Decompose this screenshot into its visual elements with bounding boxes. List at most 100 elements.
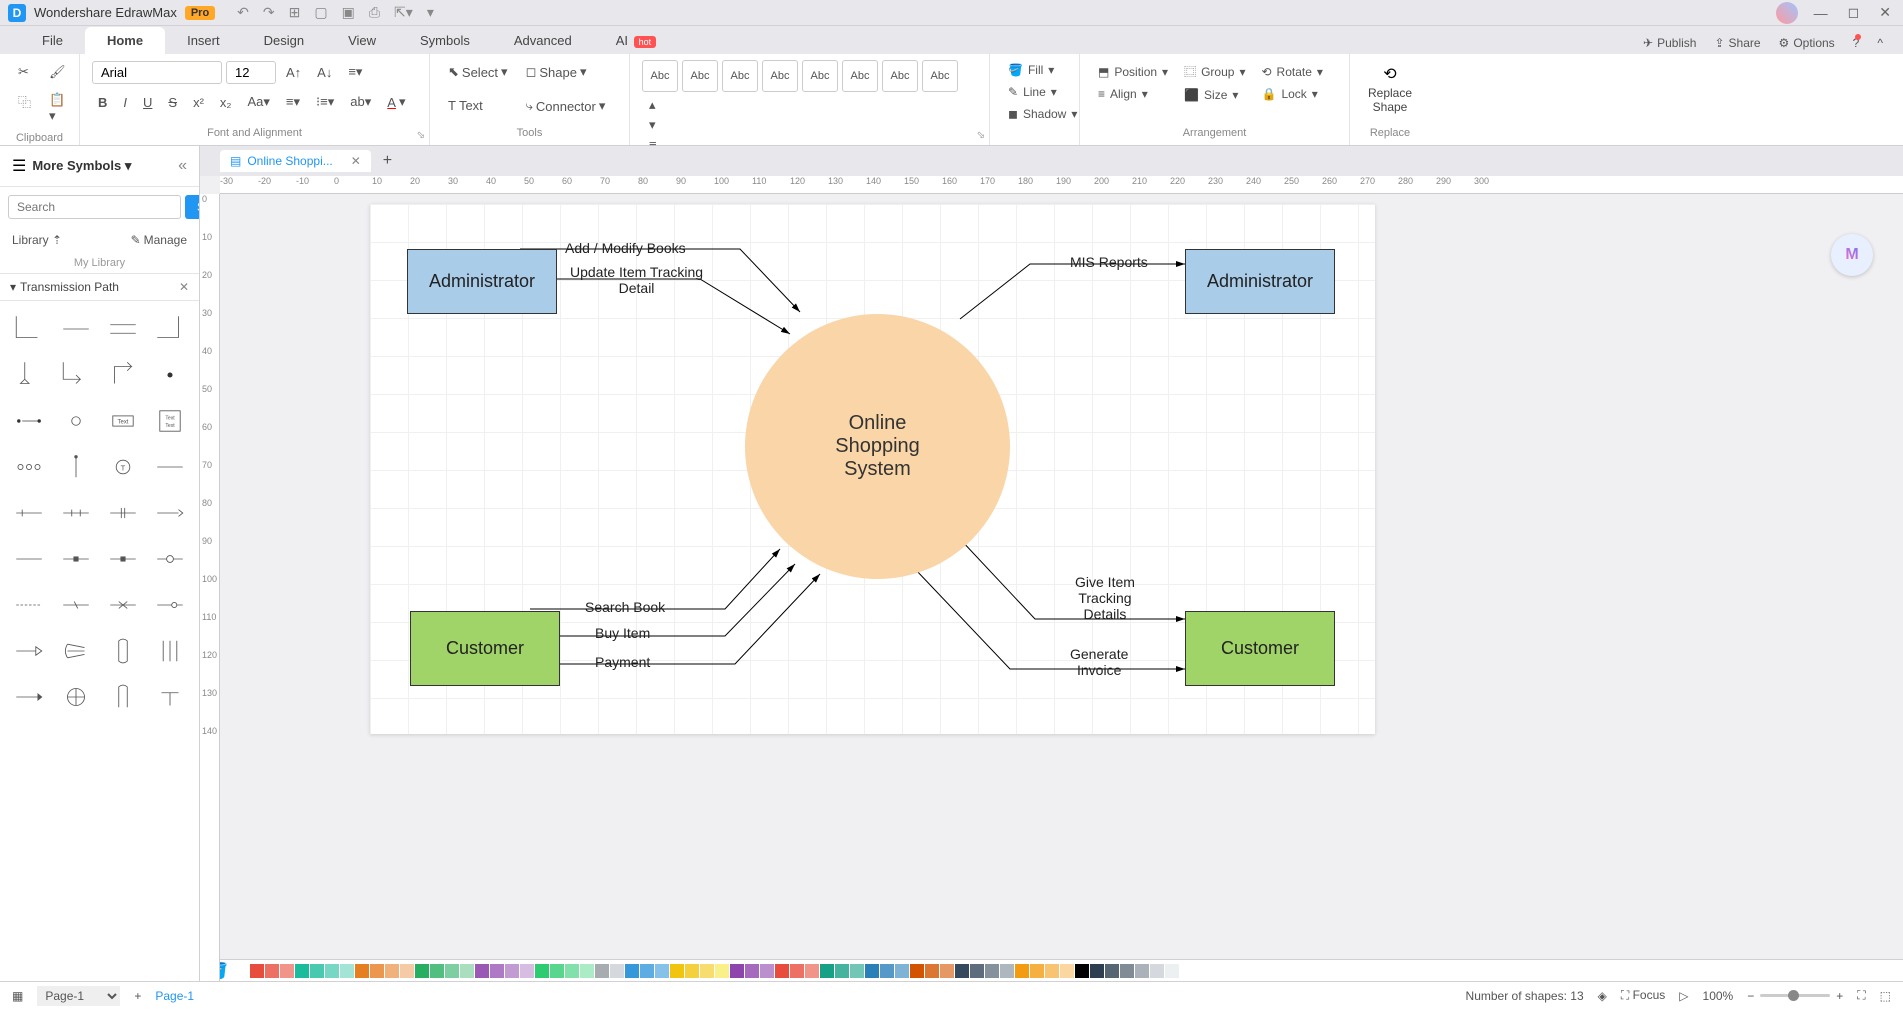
shape-item[interactable] (8, 631, 49, 671)
color-swatch[interactable] (820, 964, 834, 978)
shape-item[interactable] (150, 309, 191, 349)
group-button[interactable]: ⿴ Group ▾ (1178, 60, 1251, 83)
color-swatch[interactable] (895, 964, 909, 978)
tab-add-button[interactable]: + (383, 152, 392, 170)
color-swatch[interactable] (415, 964, 429, 978)
color-swatch[interactable] (445, 964, 459, 978)
style-item[interactable]: Abc (762, 60, 798, 92)
color-swatch[interactable] (280, 964, 294, 978)
menu-symbols[interactable]: Symbols (398, 27, 492, 54)
color-swatch[interactable] (625, 964, 639, 978)
shape-item[interactable] (103, 309, 144, 349)
bullets-button[interactable]: ⁝≡▾ (310, 90, 340, 114)
add-page-button[interactable]: + (134, 989, 141, 1003)
color-swatch[interactable] (850, 964, 864, 978)
color-swatch[interactable] (430, 964, 444, 978)
play-button[interactable]: ▷ (1679, 989, 1688, 1003)
decrease-font-button[interactable]: A↓ (311, 61, 338, 84)
style-item[interactable]: Abc (682, 60, 718, 92)
shape-item[interactable] (55, 309, 96, 349)
shape-item[interactable] (8, 309, 49, 349)
user-avatar[interactable] (1776, 2, 1798, 24)
node-center[interactable]: Online Shopping System (745, 314, 1010, 579)
color-swatch[interactable] (1060, 964, 1074, 978)
color-swatch[interactable] (685, 964, 699, 978)
shape-item[interactable] (103, 355, 144, 395)
node-admin-left[interactable]: Administrator (407, 249, 557, 314)
symbol-search-button[interactable]: Search (185, 195, 200, 219)
print-icon[interactable]: ⎙ (369, 4, 380, 21)
redo-icon[interactable]: ↷ (263, 4, 275, 21)
color-swatch[interactable] (400, 964, 414, 978)
fit-button[interactable]: ⛶ (1857, 988, 1865, 1003)
font-color-button[interactable]: A▾ (381, 90, 411, 114)
canvas-page[interactable]: Administrator Administrator Online Shopp… (370, 204, 1375, 734)
color-swatch[interactable] (490, 964, 504, 978)
font-dialog-launcher[interactable]: ⬂ (417, 130, 425, 141)
shape-item[interactable]: TextText (150, 401, 191, 441)
library-label[interactable]: Library ⇡ (12, 233, 62, 247)
options-button[interactable]: ⚙Options (1779, 36, 1835, 50)
color-swatch[interactable] (730, 964, 744, 978)
color-swatch[interactable] (1150, 964, 1164, 978)
color-swatch[interactable] (550, 964, 564, 978)
save-icon[interactable]: ▣ (342, 4, 355, 21)
color-swatch[interactable] (655, 964, 669, 978)
position-button[interactable]: ⬒ Position ▾ (1092, 62, 1174, 82)
zoom-in-button[interactable]: + (1836, 989, 1843, 1003)
color-swatch[interactable] (565, 964, 579, 978)
menu-file[interactable]: File (20, 27, 85, 54)
italic-button[interactable]: I (117, 91, 133, 114)
collapse-ribbon-button[interactable]: ^ (1877, 36, 1883, 50)
paste-button[interactable]: 📋▾ (43, 88, 72, 128)
manage-button[interactable]: ✎ Manage (131, 233, 187, 247)
color-swatch[interactable] (580, 964, 594, 978)
color-swatch[interactable] (1015, 964, 1029, 978)
style-item[interactable]: Abc (882, 60, 918, 92)
my-library-label[interactable]: My Library (0, 253, 199, 273)
copy-button[interactable]: ⿻ (12, 88, 37, 115)
style-item[interactable]: Abc (642, 60, 678, 92)
fill-button[interactable]: 🪣 Fill ▾ (1002, 60, 1067, 80)
style-prev[interactable]: ▴ (646, 96, 660, 114)
export-icon[interactable]: ⇱▾ (394, 4, 413, 21)
zoom-slider[interactable]: − + (1747, 989, 1843, 1003)
sidebar-title[interactable]: More Symbols ▾ (32, 158, 131, 174)
color-swatch[interactable] (505, 964, 519, 978)
open-icon[interactable]: ▢ (314, 4, 327, 21)
highlight-button[interactable]: ab▾ (344, 90, 377, 114)
bold-button[interactable]: B (92, 91, 113, 114)
color-swatch[interactable] (670, 964, 684, 978)
color-swatch[interactable] (925, 964, 939, 978)
page-name-label[interactable]: Page-1 (155, 989, 194, 1003)
color-swatch[interactable] (460, 964, 474, 978)
line-spacing-button[interactable]: ≡▾ (280, 90, 306, 114)
replace-shape-button[interactable]: ⟲ Replace Shape (1362, 60, 1418, 118)
section-header[interactable]: ▾ Transmission Path ✕ (0, 273, 199, 301)
shape-item[interactable] (150, 493, 191, 533)
superscript-button[interactable]: x² (187, 91, 210, 114)
shape-item[interactable] (150, 677, 191, 717)
shape-item[interactable] (8, 493, 49, 533)
color-swatch[interactable] (310, 964, 324, 978)
color-swatch[interactable] (475, 964, 489, 978)
color-swatch[interactable] (1165, 964, 1179, 978)
style-item[interactable]: Abc (842, 60, 878, 92)
shape-item[interactable] (8, 585, 49, 625)
fullscreen-button[interactable]: ⬚ (1880, 989, 1891, 1003)
increase-font-button[interactable]: A↑ (280, 61, 307, 84)
color-swatch[interactable] (295, 964, 309, 978)
node-customer-left[interactable]: Customer (410, 611, 560, 686)
style-item[interactable]: Abc (802, 60, 838, 92)
maximize-button[interactable]: ◻ (1844, 4, 1864, 21)
size-button[interactable]: ⬛ Size ▾ (1178, 85, 1251, 105)
shape-item[interactable] (8, 539, 49, 579)
align-button[interactable]: ≡▾ (342, 60, 368, 84)
menu-design[interactable]: Design (242, 27, 326, 54)
rotate-button[interactable]: ⟲ Rotate ▾ (1255, 62, 1328, 82)
shape-item[interactable] (55, 401, 96, 441)
symbol-search-input[interactable] (8, 195, 181, 219)
shadow-button[interactable]: ◼ Shadow ▾ (1002, 104, 1067, 124)
color-swatch[interactable] (955, 964, 969, 978)
help-button[interactable]: ? (1853, 36, 1860, 50)
